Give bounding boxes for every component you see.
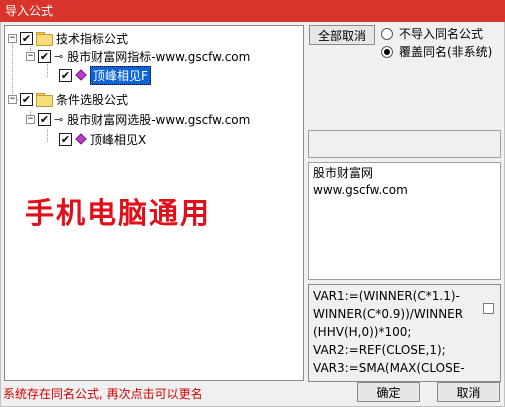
tree-node-label: 技术指标公式 (56, 31, 129, 46)
tree-checkbox[interactable]: ✔ (59, 132, 72, 146)
collapse-icon[interactable]: − (26, 114, 35, 124)
tree-checkbox[interactable]: ✔ (59, 68, 72, 82)
formula-tree[interactable]: − ✔ 技术指标公式 − ✔ ⊸ 股市财富网指标-www.gscfw.com ✔… (4, 25, 304, 381)
radio-label: 不导入同名公式 (399, 27, 484, 41)
tree-node-label: 顶峰相见F (90, 65, 151, 85)
tree-checkbox[interactable]: ✔ (38, 49, 51, 63)
tree-checkbox[interactable]: ✔ (20, 31, 33, 45)
tree-node-gscfw-indicator[interactable]: − ✔ ⊸ 股市财富网指标-www.gscfw.com (26, 47, 250, 65)
cancel-button[interactable]: 取消 (437, 382, 500, 402)
tree-connector (12, 38, 13, 98)
tree-node-label: 股市财富网选股-www.gscfw.com (67, 112, 251, 127)
ok-button[interactable]: 确定 (357, 382, 420, 402)
radio-button-selected[interactable] (381, 45, 393, 58)
tree-node-indicator-formulas[interactable]: − ✔ 技术指标公式 (8, 29, 128, 47)
tree-node-label: 股市财富网指标-www.gscfw.com (67, 49, 251, 64)
overwrite-duplicate-option[interactable]: 覆盖同名(非系统) (381, 43, 492, 60)
tree-node-dingfeng-x[interactable]: ✔ 顶峰相见X (59, 130, 146, 148)
tree-checkbox[interactable]: ✔ (20, 92, 33, 106)
collapse-icon[interactable]: − (8, 33, 17, 43)
formula-source-text: VAR1:=(WINNER(C*1.1)- WINNER(C*0.9))/WIN… (313, 289, 465, 375)
status-message: 系统存在同名公式, 再次点击可以更名 (3, 387, 203, 401)
tree-connector (47, 129, 48, 142)
key-icon: ⊸ (54, 112, 64, 126)
tree-checkbox[interactable]: ✔ (38, 112, 51, 126)
tree-node-label: 条件选股公式 (56, 92, 129, 107)
formula-description: 股市财富网 www.gscfw.com (313, 166, 408, 197)
collapse-icon[interactable]: − (8, 94, 17, 104)
folder-icon (36, 32, 53, 46)
radio-label: 覆盖同名(非系统) (399, 45, 493, 59)
tree-node-stock-screening[interactable]: − ✔ 条件选股公式 (8, 90, 128, 108)
formula-diamond-icon (75, 133, 87, 145)
radio-button[interactable] (381, 27, 393, 40)
preview-checkbox[interactable] (483, 303, 494, 314)
tree-node-dingfeng-f[interactable]: ✔ 顶峰相见F (59, 65, 151, 85)
formula-diamond-icon (75, 69, 87, 81)
deselect-all-button[interactable]: 全部取消 (309, 25, 375, 45)
key-icon: ⊸ (54, 49, 64, 63)
promo-watermark: 手机电脑通用 (25, 196, 212, 230)
tree-connector (47, 64, 48, 77)
folder-icon (36, 93, 53, 107)
window-title: 导入公式 (0, 0, 505, 22)
formula-preview-panel[interactable]: VAR1:=(WINNER(C*1.1)- WINNER(C*0.9))/WIN… (308, 284, 501, 382)
description-panel: 股市财富网 www.gscfw.com (308, 162, 501, 280)
info-panel (308, 130, 501, 158)
skip-duplicate-option[interactable]: 不导入同名公式 (381, 25, 483, 42)
tree-node-label: 顶峰相见X (90, 132, 147, 147)
collapse-icon[interactable]: − (26, 51, 35, 61)
tree-node-gscfw-screening[interactable]: − ✔ ⊸ 股市财富网选股-www.gscfw.com (26, 110, 250, 128)
import-formula-dialog: − ✔ 技术指标公式 − ✔ ⊸ 股市财富网指标-www.gscfw.com ✔… (0, 22, 505, 407)
